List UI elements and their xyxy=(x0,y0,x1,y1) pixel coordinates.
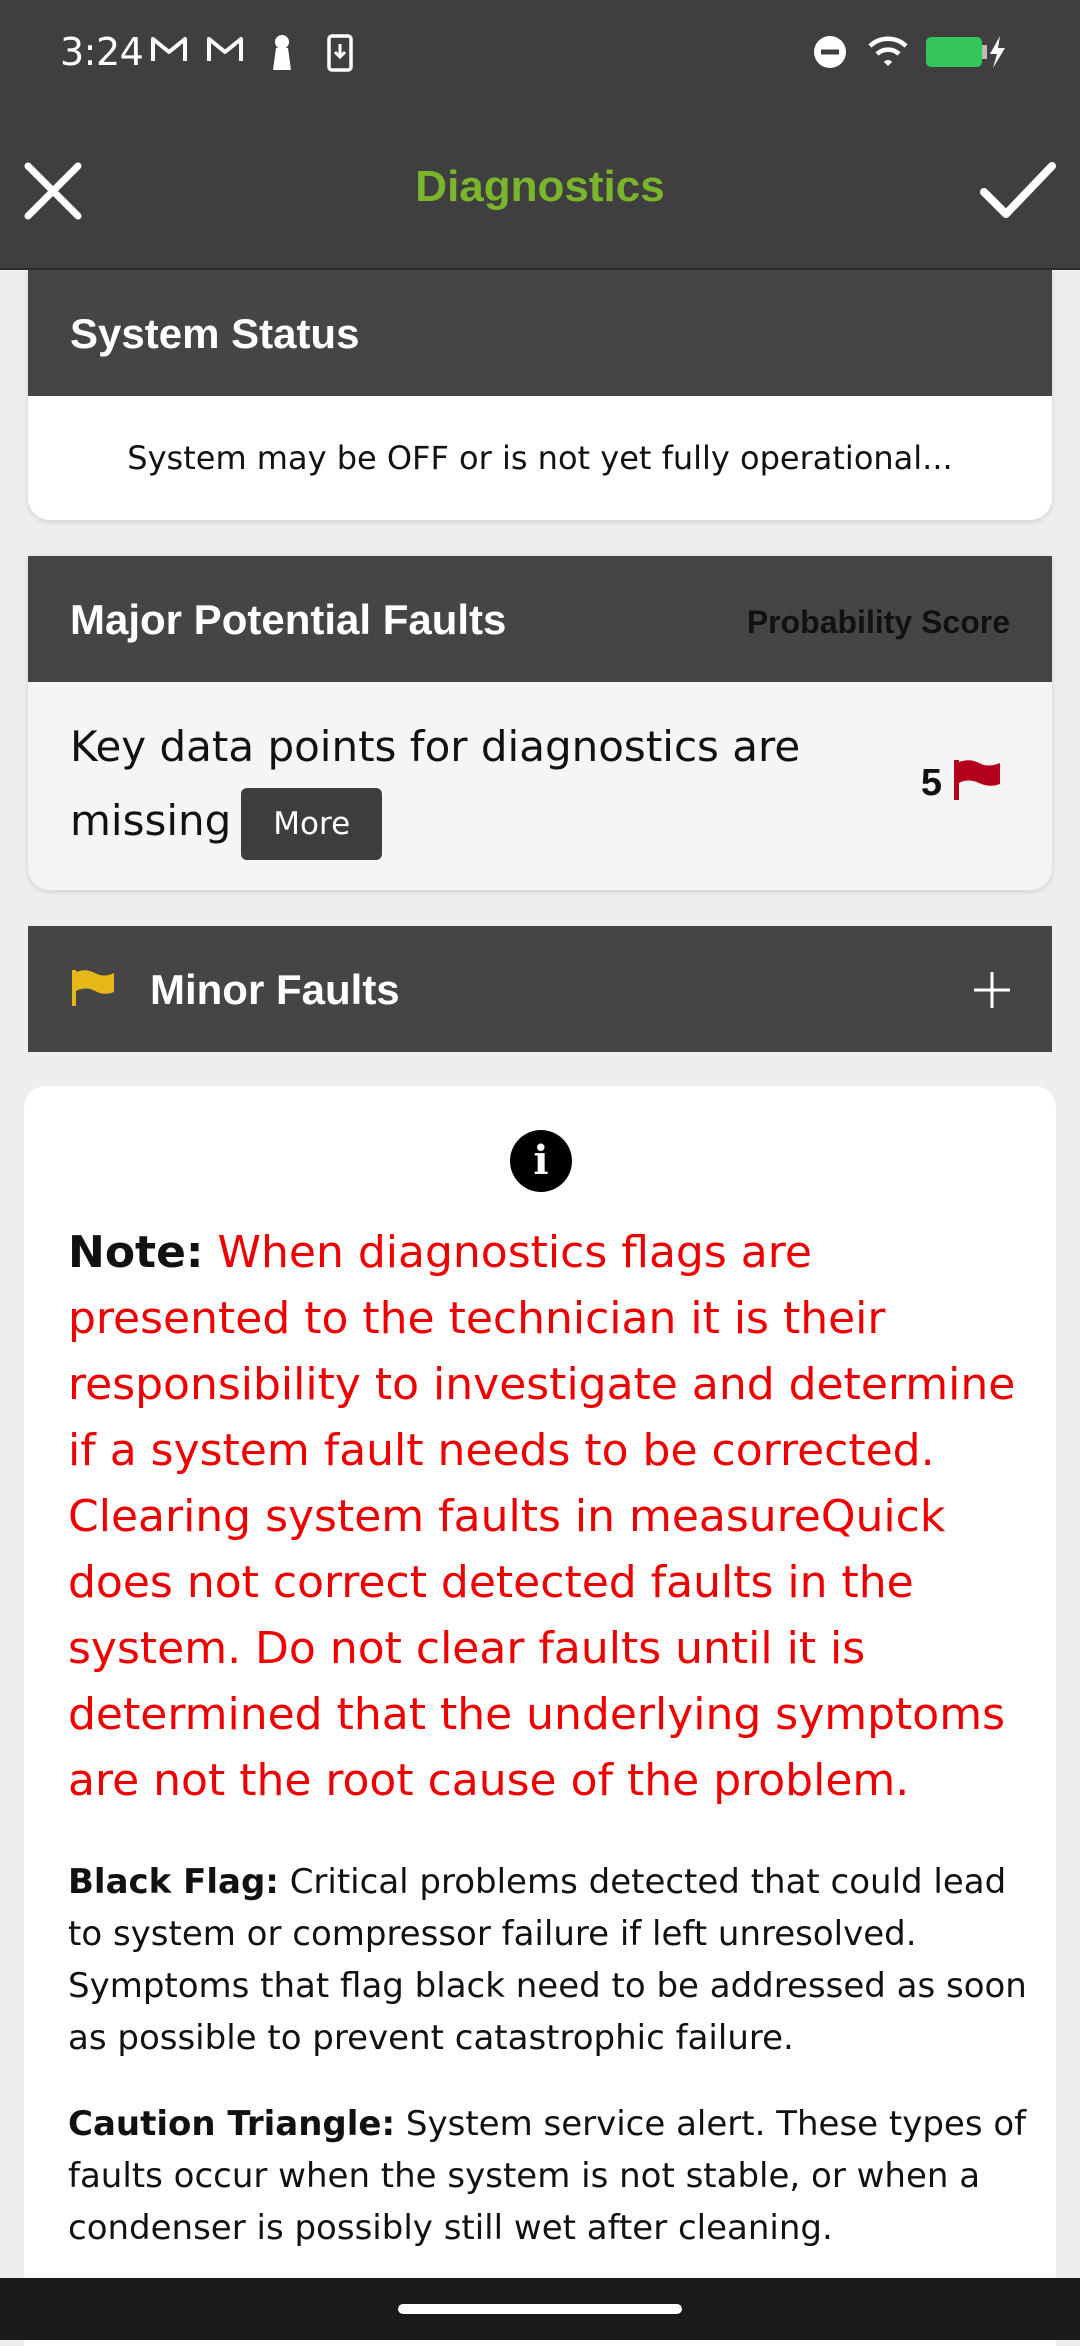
major-faults-header: Major Potential Faults Probability Score xyxy=(28,556,1052,682)
gmail-icon xyxy=(151,37,187,61)
keyhole-icon xyxy=(273,35,291,70)
page-title: Diagnostics xyxy=(415,162,665,211)
yellow-flag-icon xyxy=(72,970,114,1006)
minor-faults-header[interactable]: Minor Faults xyxy=(28,926,1052,1052)
gmail-icon xyxy=(207,37,243,61)
phone-download-icon xyxy=(327,34,353,72)
red-flag-icon xyxy=(954,760,1000,800)
navigation-bar xyxy=(0,2278,1080,2340)
black-flag-label: Black Flag: xyxy=(68,1862,279,1902)
plus-icon[interactable] xyxy=(972,970,1012,1010)
info-icon: i xyxy=(510,1130,572,1192)
note-text: Note: When diagnostics flags are present… xyxy=(68,1220,1028,1814)
caution-triangle-description: Caution Triangle: System service alert. … xyxy=(68,2098,1028,2254)
check-icon[interactable] xyxy=(978,156,1058,226)
do-not-disturb-icon xyxy=(814,36,846,68)
major-faults-card: Major Potential Faults Probability Score… xyxy=(28,556,1052,890)
black-flag-description: Black Flag: Critical problems detected t… xyxy=(68,1856,1028,2064)
note-body: When diagnostics flags are presented to … xyxy=(68,1227,1016,1806)
battery-charging-icon xyxy=(926,36,1005,68)
system-status-card: System Status System may be OFF or is no… xyxy=(28,270,1052,520)
note-label: Note: xyxy=(68,1227,204,1278)
status-bar: 3:24 xyxy=(0,0,1080,108)
minor-faults-title: Minor Faults xyxy=(150,966,400,1013)
system-status-message: System may be OFF or is not yet fully op… xyxy=(127,439,953,477)
wifi-icon xyxy=(868,36,908,66)
probability-score-label: Probability Score xyxy=(746,604,1010,640)
fault-description: Key data points for diagnostics are miss… xyxy=(70,710,830,860)
status-time: 3:24 xyxy=(60,30,144,74)
system-status-header: System Status xyxy=(28,270,1052,396)
fault-row: Key data points for diagnostics are miss… xyxy=(28,682,1052,890)
note-card: i Note: When diagnostics flags are prese… xyxy=(24,1086,1056,2346)
home-gesture-handle[interactable] xyxy=(398,2304,682,2314)
probability-score: 5 xyxy=(920,762,942,804)
fault-text: Key data points for diagnostics are miss… xyxy=(70,722,801,845)
system-status-title: System Status xyxy=(70,310,360,357)
major-faults-title: Major Potential Faults xyxy=(70,596,507,643)
caution-triangle-label: Caution Triangle: xyxy=(68,2104,396,2144)
more-button[interactable]: More xyxy=(241,787,383,860)
app-bar: Diagnostics xyxy=(0,108,1080,270)
